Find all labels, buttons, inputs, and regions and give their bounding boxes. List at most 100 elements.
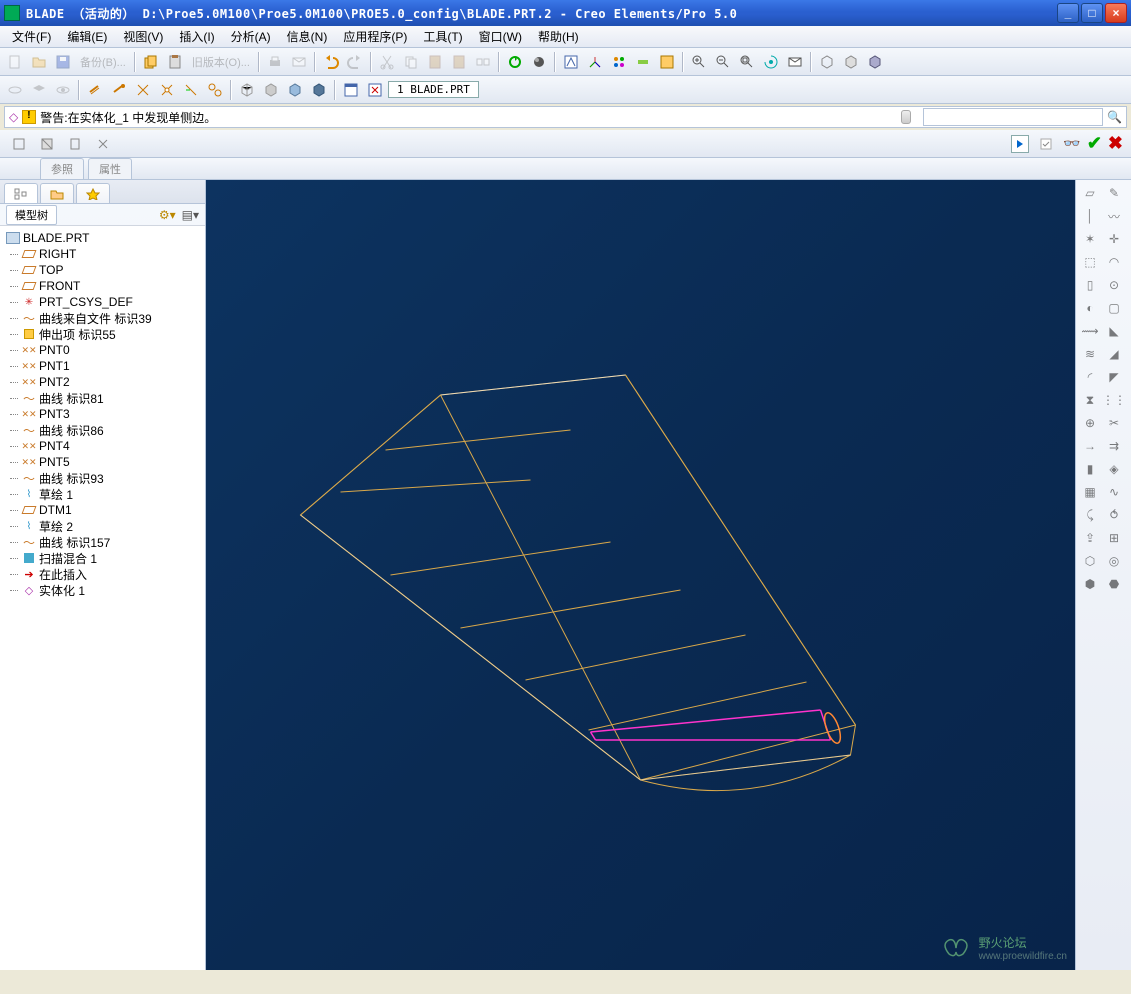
- rtool-offset-icon[interactable]: ⬚: [1078, 251, 1102, 273]
- annotation-toggle[interactable]: [180, 79, 202, 101]
- window-close-icon[interactable]: [340, 79, 362, 101]
- rtool-axis-icon[interactable]: │: [1078, 205, 1102, 227]
- menu-analysis[interactable]: 分析(A): [223, 26, 279, 47]
- pastespecial-button[interactable]: [448, 51, 470, 73]
- tree-item[interactable]: ✕✕PNT1: [2, 358, 203, 374]
- minimize-button[interactable]: _: [1057, 3, 1079, 23]
- mail-button[interactable]: [288, 51, 310, 73]
- tree-item[interactable]: 〜曲线 标识81: [2, 390, 203, 406]
- menu-insert[interactable]: 插入(I): [171, 26, 222, 47]
- copy2-button[interactable]: [400, 51, 422, 73]
- eye-icon[interactable]: [52, 79, 74, 101]
- rtool-family-icon[interactable]: ⊞: [1102, 527, 1126, 549]
- tree-item[interactable]: 伸出项 标识55: [2, 326, 203, 342]
- rtool-sketch-icon[interactable]: ✎: [1102, 182, 1126, 204]
- search-icon[interactable]: 🔍: [1107, 110, 1122, 124]
- shading-1-button[interactable]: [236, 79, 258, 101]
- menu-info[interactable]: 信息(N): [279, 26, 336, 47]
- tree-item[interactable]: ⌇草绘 2: [2, 518, 203, 534]
- window-x-icon[interactable]: [364, 79, 386, 101]
- reorient-button[interactable]: [760, 51, 782, 73]
- redo-button[interactable]: [344, 51, 366, 73]
- rtool-merge-icon[interactable]: ⊕: [1078, 412, 1102, 434]
- tree-item[interactable]: 扫描混合 1: [2, 550, 203, 566]
- plane-vis-button[interactable]: [656, 51, 678, 73]
- rtool-rib-icon[interactable]: ◣: [1102, 320, 1126, 342]
- rtool-sweep-icon[interactable]: ⟿: [1078, 320, 1102, 342]
- rtool-hole-icon[interactable]: ⊙: [1102, 274, 1126, 296]
- rtool-revolve-icon[interactable]: ◐: [1078, 297, 1102, 319]
- savedview-button[interactable]: [784, 51, 806, 73]
- point-vis-button[interactable]: [632, 51, 654, 73]
- pause-verify-button[interactable]: [1035, 133, 1057, 155]
- appearance-button[interactable]: [528, 51, 550, 73]
- tree-root[interactable]: BLADE.PRT: [2, 230, 203, 246]
- rtool-misc4-icon[interactable]: ⬣: [1102, 573, 1126, 595]
- datum-point-toggle[interactable]: [132, 79, 154, 101]
- propagate-button[interactable]: [472, 51, 494, 73]
- regen-button[interactable]: [504, 51, 526, 73]
- nohidden-button[interactable]: [864, 51, 886, 73]
- tree-item[interactable]: RIGHT: [2, 246, 203, 262]
- rtool-chamfer-icon[interactable]: ◤: [1102, 366, 1126, 388]
- datum-axis-toggle[interactable]: [108, 79, 130, 101]
- open-button[interactable]: [28, 51, 50, 73]
- rtool-extrude-icon[interactable]: ▯: [1078, 274, 1102, 296]
- cancel-button[interactable]: ✖: [1108, 133, 1123, 154]
- tree-item[interactable]: FRONT: [2, 278, 203, 294]
- hidden-button[interactable]: [840, 51, 862, 73]
- wireframe-button[interactable]: [816, 51, 838, 73]
- dash-tab-refs[interactable]: 参照: [40, 158, 84, 179]
- zoomin-button[interactable]: [688, 51, 710, 73]
- tree-item[interactable]: ✕✕PNT2: [2, 374, 203, 390]
- oldver-dropdown[interactable]: 旧版本(O)...: [188, 53, 254, 71]
- backup-dropdown[interactable]: 备份(B)...: [76, 53, 130, 71]
- menu-edit[interactable]: 编辑(E): [59, 26, 115, 47]
- notes-toggle[interactable]: [204, 79, 226, 101]
- nav-tab-fav[interactable]: [76, 183, 110, 203]
- tree-settings-icon[interactable]: ⚙▾: [159, 208, 176, 222]
- tree-item[interactable]: TOP: [2, 262, 203, 278]
- maximize-button[interactable]: □: [1081, 3, 1103, 23]
- dash-x-icon[interactable]: [92, 133, 114, 155]
- dash-box-icon[interactable]: [8, 133, 30, 155]
- menu-app[interactable]: 应用程序(P): [335, 26, 415, 47]
- tree-item[interactable]: ◇实体化 1: [2, 582, 203, 598]
- menu-view[interactable]: 视图(V): [115, 26, 171, 47]
- rtool-point-icon[interactable]: ✶: [1078, 228, 1102, 250]
- rtool-freeform-icon[interactable]: ∿: [1102, 481, 1126, 503]
- rtool-curve-icon[interactable]: 〰: [1102, 205, 1126, 227]
- paste2-button[interactable]: [424, 51, 446, 73]
- datum-csys-toggle[interactable]: [156, 79, 178, 101]
- tree-show-icon[interactable]: ▤▾: [182, 208, 199, 222]
- rtool-pattern-icon[interactable]: ⋮⋮: [1102, 389, 1126, 411]
- model-tree[interactable]: BLADE.PRT RIGHTTOPFRONT✳PRT_CSYS_DEF〜曲线来…: [0, 226, 205, 970]
- rtool-thicken-icon[interactable]: ▮: [1078, 458, 1102, 480]
- rtool-publish-icon[interactable]: ⇪: [1078, 527, 1102, 549]
- dash-flip-icon[interactable]: [36, 133, 58, 155]
- rtool-trim-icon[interactable]: ✂: [1102, 412, 1126, 434]
- dash-tab-props[interactable]: 属性: [88, 158, 132, 179]
- rtool-blend-icon[interactable]: ≋: [1078, 343, 1102, 365]
- tree-item[interactable]: 〜曲线 标识86: [2, 422, 203, 438]
- tree-item[interactable]: ✕✕PNT5: [2, 454, 203, 470]
- rtool-misc3-icon[interactable]: ⬢: [1078, 573, 1102, 595]
- zoomfit-button[interactable]: [736, 51, 758, 73]
- tree-item[interactable]: ➔在此插入: [2, 566, 203, 582]
- rtool-style-icon[interactable]: ◠: [1102, 251, 1126, 273]
- paste-button[interactable]: [164, 51, 186, 73]
- rtool-warp-icon[interactable]: ⥀: [1102, 504, 1126, 526]
- tree-item[interactable]: ⌇草绘 1: [2, 486, 203, 502]
- layer-button[interactable]: [28, 79, 50, 101]
- tree-item[interactable]: DTM1: [2, 502, 203, 518]
- zoomout-button[interactable]: [712, 51, 734, 73]
- tree-item[interactable]: ✳PRT_CSYS_DEF: [2, 294, 203, 310]
- axis-vis-button[interactable]: [608, 51, 630, 73]
- rtool-boundary-icon[interactable]: ▦: [1078, 481, 1102, 503]
- rtool-solidify-icon[interactable]: ◈: [1102, 458, 1126, 480]
- nav-tab-tree[interactable]: [4, 183, 38, 203]
- tree-item[interactable]: ✕✕PNT4: [2, 438, 203, 454]
- new-button[interactable]: [4, 51, 26, 73]
- rtool-draft-icon[interactable]: ◢: [1102, 343, 1126, 365]
- tree-item[interactable]: ✕✕PNT3: [2, 406, 203, 422]
